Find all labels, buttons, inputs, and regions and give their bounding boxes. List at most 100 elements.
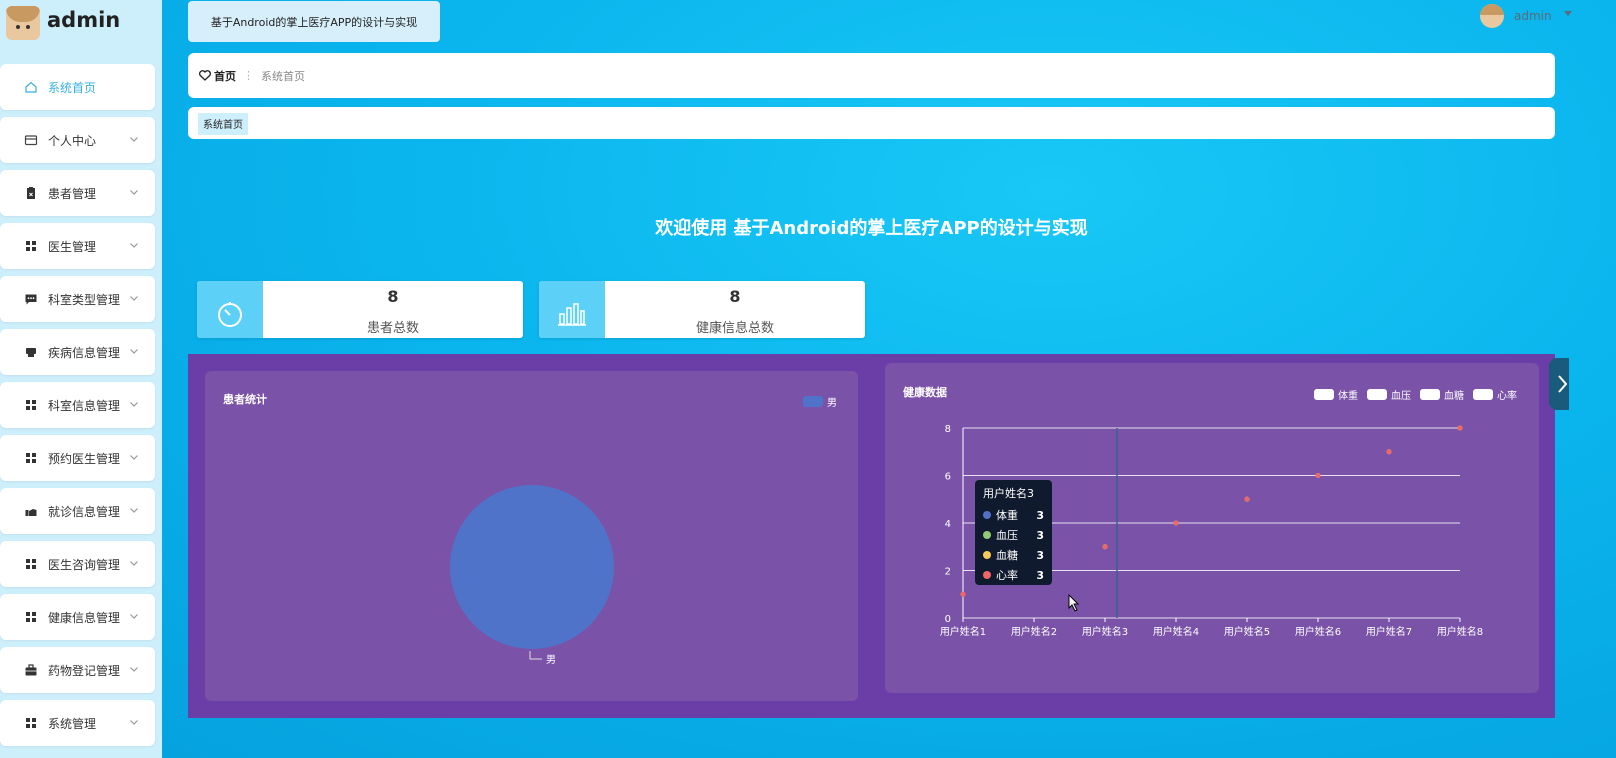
tooltip-value: 3: [1036, 568, 1044, 582]
chevron-down-icon: [129, 239, 139, 249]
avatar[interactable]: [1480, 4, 1504, 28]
breadcrumb: 首页 ⋮ 系统首页: [188, 53, 1555, 98]
wallet-icon: [24, 133, 38, 147]
sidebar-item[interactable]: 健康信息管理: [0, 594, 155, 640]
tooltip-series-name: 血糖: [996, 549, 1018, 562]
sidebar: admin 系统首页个人中心患者管理医生管理科室类型管理 疾病信息管理科室信息管理…: [0, 0, 162, 758]
tooltip-row: 心率 3: [983, 565, 1044, 585]
sidebar-item[interactable]: 科室类型管理: [0, 276, 155, 322]
chevron-down-icon: [129, 451, 139, 461]
legend-item[interactable]: 血糖: [1420, 387, 1464, 402]
chevron-down-icon: [129, 610, 139, 620]
chevron-down-icon: [129, 292, 139, 302]
tooltip-row: 血压 3: [983, 525, 1044, 545]
sidebar-item-label: 科室类型管理: [48, 292, 121, 307]
legend-label: 血压: [1391, 391, 1411, 402]
stat-value: 8: [729, 287, 741, 306]
home-icon: [24, 80, 38, 94]
tooltip-marker: [983, 551, 991, 559]
user-name[interactable]: admin: [1514, 9, 1552, 23]
system-title: 基于Android的掌上医疗APP的设计与实现: [188, 1, 440, 42]
legend-label: 血糖: [1444, 391, 1464, 402]
sidebar-item[interactable]: 系统首页: [0, 64, 155, 110]
sidebar-item-label: 系统首页: [48, 80, 97, 95]
legend-item[interactable]: 体重: [1314, 387, 1358, 402]
legend-label: 心率: [1497, 391, 1517, 402]
sidebar-item-label: 预约医生管理: [48, 451, 121, 466]
tooltip-row: 血糖 3: [983, 545, 1044, 565]
bar-chart-icon: [539, 281, 605, 338]
pie-label: 男: [546, 654, 556, 666]
chevron-down-icon: [129, 345, 139, 355]
brand-title: admin: [47, 8, 121, 32]
sidebar-item[interactable]: 疾病信息管理: [0, 329, 155, 375]
pie-label-line: [529, 651, 542, 660]
briefcase-icon: [24, 663, 38, 677]
grid-icon: [24, 557, 38, 571]
grid-icon: [24, 451, 38, 465]
pie-slice[interactable]: [450, 485, 614, 649]
tooltip-marker: [983, 511, 991, 519]
sidebar-item[interactable]: 患者管理: [0, 170, 155, 216]
sidebar-item-label: 个人中心: [48, 133, 97, 148]
tooltip-marker: [983, 531, 991, 539]
chevron-down-icon: [129, 504, 139, 514]
tooltip-value: 3: [1036, 508, 1044, 522]
sidebar-item-label: 健康信息管理: [48, 610, 121, 625]
tooltip-row: 体重 3: [983, 505, 1044, 525]
sidebar-item[interactable]: 个人中心: [0, 117, 155, 163]
sidebar-item[interactable]: 预约医生管理: [0, 435, 155, 481]
stat-label: 患者总数: [366, 321, 419, 336]
grid-icon: [24, 716, 38, 730]
sidebar-item-label: 医生咨询管理: [48, 557, 121, 572]
legend-label: 体重: [1338, 391, 1358, 402]
sidebar-item[interactable]: 科室信息管理: [0, 382, 155, 428]
tab-home[interactable]: 系统首页: [198, 113, 248, 135]
legend-swatch: [1420, 389, 1440, 400]
pie-chart: 男: [450, 485, 614, 666]
chevron-down-icon: [129, 186, 139, 196]
sidebar-menu: 系统首页个人中心患者管理医生管理科室类型管理 疾病信息管理科室信息管理预约医生管理…: [0, 64, 155, 753]
sidebar-item[interactable]: 医生咨询管理: [0, 541, 155, 587]
breadcrumb-current: 系统首页: [261, 69, 305, 83]
grid-icon: [24, 610, 38, 624]
chevron-down-icon: [129, 663, 139, 673]
tooltip-series-name: 体重: [996, 509, 1018, 522]
legend-swatch: [1314, 389, 1334, 400]
sidebar-item-label: 患者管理: [48, 186, 97, 201]
user-menu[interactable]: admin: [1466, 0, 1616, 32]
heart-icon: [199, 70, 211, 81]
chart-title: 健康数据: [903, 386, 947, 399]
breadcrumb-home-label: 首页: [214, 69, 236, 83]
brand-avatar: [6, 6, 40, 40]
sidebar-item[interactable]: 药物登记管理: [0, 647, 155, 693]
tooltip-marker: [983, 571, 991, 579]
legend-item[interactable]: 心率: [1473, 387, 1517, 402]
chevron-down-icon: [129, 557, 139, 567]
sidebar-item[interactable]: 就诊信息管理: [0, 488, 155, 534]
sidebar-item-label: 系统管理: [48, 716, 97, 731]
legend-item[interactable]: 血压: [1367, 387, 1411, 402]
hand-icon: [24, 504, 38, 518]
grid-icon: [24, 239, 38, 253]
stat-card-patients: 8 患者总数: [197, 281, 523, 338]
brand: admin: [0, 0, 162, 44]
breadcrumb-home[interactable]: 首页: [199, 68, 236, 84]
legend-swatch: [1473, 389, 1493, 400]
chevron-down-icon: [129, 716, 139, 726]
sidebar-item[interactable]: 医生管理: [0, 223, 155, 269]
stat-card-health: 8 健康信息总数: [539, 281, 865, 338]
tooltip-title: 用户姓名3: [983, 487, 1034, 500]
sidebar-item-label: 疾病信息管理: [48, 345, 121, 360]
sidebar-item[interactable]: 系统管理: [0, 700, 155, 746]
caret-down-icon[interactable]: [1564, 11, 1572, 17]
tabs-bar: 系统首页: [188, 107, 1555, 139]
printer-icon: [24, 345, 38, 359]
tooltip-series-name: 心率: [996, 569, 1018, 582]
expand-panel-button[interactable]: [1549, 358, 1569, 410]
patient-chart-panel: 患者统计 男 男: [205, 371, 858, 701]
breadcrumb-separator: ⋮: [243, 69, 254, 82]
stat-value: 8: [387, 287, 399, 306]
sidebar-item-label: 就诊信息管理: [48, 504, 121, 519]
tooltip-series-name: 血压: [996, 529, 1018, 542]
